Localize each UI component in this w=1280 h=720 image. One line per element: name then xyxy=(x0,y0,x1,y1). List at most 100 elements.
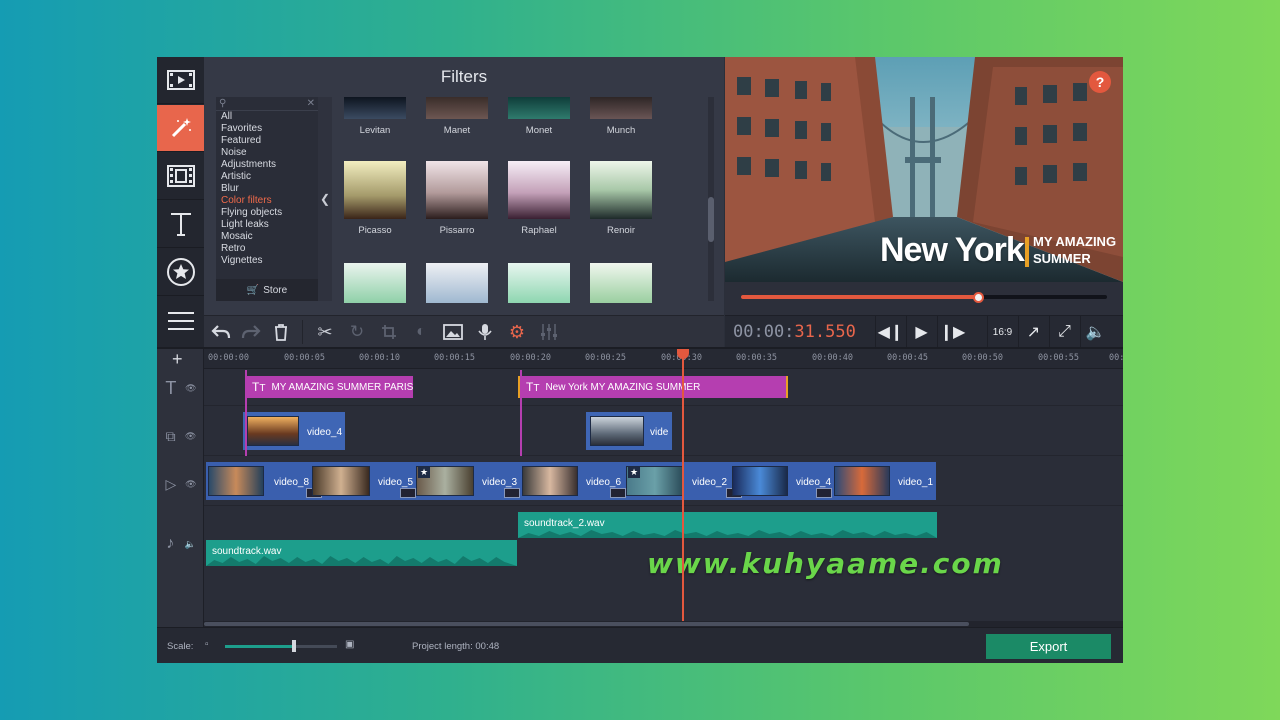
fullscreen-button[interactable]: ⤢ xyxy=(1049,316,1079,348)
preview-frame[interactable]: ? New York MY AMAZING SUMMER xyxy=(725,57,1123,282)
previous-button[interactable]: ◀❙ xyxy=(875,316,905,348)
title-clip-selected[interactable]: TT New York MY AMAZING SUMMER xyxy=(518,376,788,398)
delete-button[interactable] xyxy=(266,316,296,348)
settings-button[interactable]: ⚙ xyxy=(502,316,532,348)
zoom-in-icon[interactable]: ▣ xyxy=(345,639,354,650)
crop-icon xyxy=(382,325,396,339)
media-tab[interactable] xyxy=(157,57,204,104)
transition-marker[interactable] xyxy=(816,488,832,498)
crop-button[interactable] xyxy=(374,316,404,348)
category-item[interactable]: Artistic xyxy=(216,171,318,183)
seekbar-handle[interactable] xyxy=(972,292,984,303)
filters-tab[interactable] xyxy=(157,105,204,152)
cart-icon: 🛒 xyxy=(246,284,260,296)
record-audio-button[interactable] xyxy=(470,316,500,348)
audio-clip[interactable]: soundtrack_2.wav xyxy=(518,512,937,538)
eye-icon[interactable]: 👁 xyxy=(185,383,196,394)
plus-icon: + xyxy=(172,349,183,369)
title-clip[interactable]: TT MY AMAZING SUMMER PARIS xyxy=(246,376,413,398)
transitions-tab[interactable] xyxy=(157,153,204,200)
category-item[interactable]: Retro xyxy=(216,243,318,255)
equalizer-button[interactable] xyxy=(534,316,564,348)
redo-button[interactable] xyxy=(236,316,266,348)
playhead[interactable] xyxy=(682,349,684,629)
category-item[interactable]: Noise xyxy=(216,147,318,159)
color-adjust-button[interactable]: ◐ xyxy=(406,316,436,348)
scale-slider-handle[interactable] xyxy=(292,640,296,652)
filter-swatch xyxy=(344,161,406,219)
category-item[interactable]: All xyxy=(216,111,318,123)
add-track-button[interactable]: + xyxy=(172,349,183,370)
overlay-track-header: ⧉ 👁 xyxy=(161,421,201,451)
scale-slider[interactable] xyxy=(225,645,337,648)
transition-marker[interactable] xyxy=(400,488,416,498)
skip-back-icon: ◀❙ xyxy=(877,324,904,341)
export-frame-button[interactable]: ↗ xyxy=(1018,316,1048,348)
category-item[interactable]: Vignettes xyxy=(216,255,318,267)
image-button[interactable] xyxy=(438,316,468,348)
undo-button[interactable] xyxy=(206,316,236,348)
filter-tile[interactable]: Levitan xyxy=(343,97,407,136)
filter-tile[interactable]: Renoir xyxy=(589,161,653,236)
more-tab[interactable] xyxy=(157,297,204,344)
scroll-thumb[interactable] xyxy=(708,197,714,242)
category-item[interactable]: Adjustments xyxy=(216,159,318,171)
divider xyxy=(302,320,303,344)
category-item[interactable]: Flying objects xyxy=(216,207,318,219)
filter-tile[interactable] xyxy=(507,263,571,303)
collapse-categories-button[interactable]: ❮ xyxy=(318,97,332,301)
titles-tab[interactable] xyxy=(157,201,204,248)
rotate-icon: ↻ xyxy=(349,322,365,341)
filter-name: Renoir xyxy=(607,225,635,236)
filter-tile[interactable] xyxy=(425,263,489,303)
video-track-header: ▷ 👁 xyxy=(161,469,201,499)
ruler-tick: 00:01 xyxy=(1109,353,1123,363)
volume-button[interactable]: 🔈 xyxy=(1080,316,1110,348)
transition-marker[interactable] xyxy=(504,488,520,498)
panel-title: Filters xyxy=(440,67,488,86)
project-length-label: Project length: xyxy=(412,641,473,652)
play-button[interactable]: ▶ xyxy=(906,316,936,348)
category-item[interactable]: Featured xyxy=(216,135,318,147)
filter-tile[interactable] xyxy=(343,263,407,303)
stickers-tab[interactable] xyxy=(157,249,204,296)
next-button[interactable]: ❙▶ xyxy=(937,316,967,348)
aspect-ratio-button[interactable]: 16:9 xyxy=(987,316,1017,348)
category-item-selected[interactable]: Color filters xyxy=(216,195,318,207)
help-button[interactable]: ? xyxy=(1089,71,1111,93)
filter-tile[interactable]: Pissarro xyxy=(425,161,489,236)
filters-scrollbar[interactable] xyxy=(708,97,714,301)
overlay-clip[interactable]: video_4 xyxy=(243,412,345,450)
scroll-thumb[interactable] xyxy=(204,622,969,626)
filter-tile[interactable]: Raphael xyxy=(507,161,571,236)
rotate-button[interactable]: ↻ xyxy=(342,316,372,348)
export-button[interactable]: Export xyxy=(986,634,1111,659)
category-item[interactable]: Blur xyxy=(216,183,318,195)
time-ruler[interactable]: 00:00:00 00:00:05 00:00:10 00:00:15 00:0… xyxy=(204,349,1123,369)
category-item[interactable]: Mosaic xyxy=(216,231,318,243)
filter-tile[interactable] xyxy=(589,263,653,303)
category-search[interactable]: ⚲ ✕ xyxy=(216,97,318,111)
category-item[interactable]: Light leaks xyxy=(216,219,318,231)
filter-tile[interactable]: Munch xyxy=(589,97,653,136)
transition-marker[interactable] xyxy=(610,488,626,498)
filter-tile[interactable]: Monet xyxy=(507,97,571,136)
speaker-icon[interactable]: 🔈 xyxy=(185,539,196,550)
category-item[interactable]: Favorites xyxy=(216,123,318,135)
filters-panel: Filters ⚲ ✕ All Favorites Featured Noise… xyxy=(204,57,724,315)
playback-seekbar[interactable] xyxy=(741,295,1107,299)
audio-clip[interactable]: soundtrack.wav xyxy=(206,540,517,566)
eye-icon[interactable]: 👁 xyxy=(185,479,196,490)
equalizer-icon xyxy=(541,324,557,340)
project-length: Project length: 00:48 xyxy=(412,641,499,652)
overlay-clip[interactable]: vide xyxy=(586,412,672,450)
filter-tile[interactable]: Manet xyxy=(425,97,489,136)
store-button[interactable]: 🛒 Store xyxy=(216,279,318,301)
eye-icon[interactable]: 👁 xyxy=(185,431,196,442)
close-icon[interactable]: ✕ xyxy=(307,98,315,109)
filter-tile[interactable]: Picasso xyxy=(343,161,407,236)
ruler-tick: 00:00:05 xyxy=(284,353,325,363)
filter-swatch xyxy=(426,161,488,219)
zoom-out-icon[interactable]: ▫ xyxy=(205,639,209,650)
split-button[interactable]: ✂ xyxy=(310,316,340,348)
